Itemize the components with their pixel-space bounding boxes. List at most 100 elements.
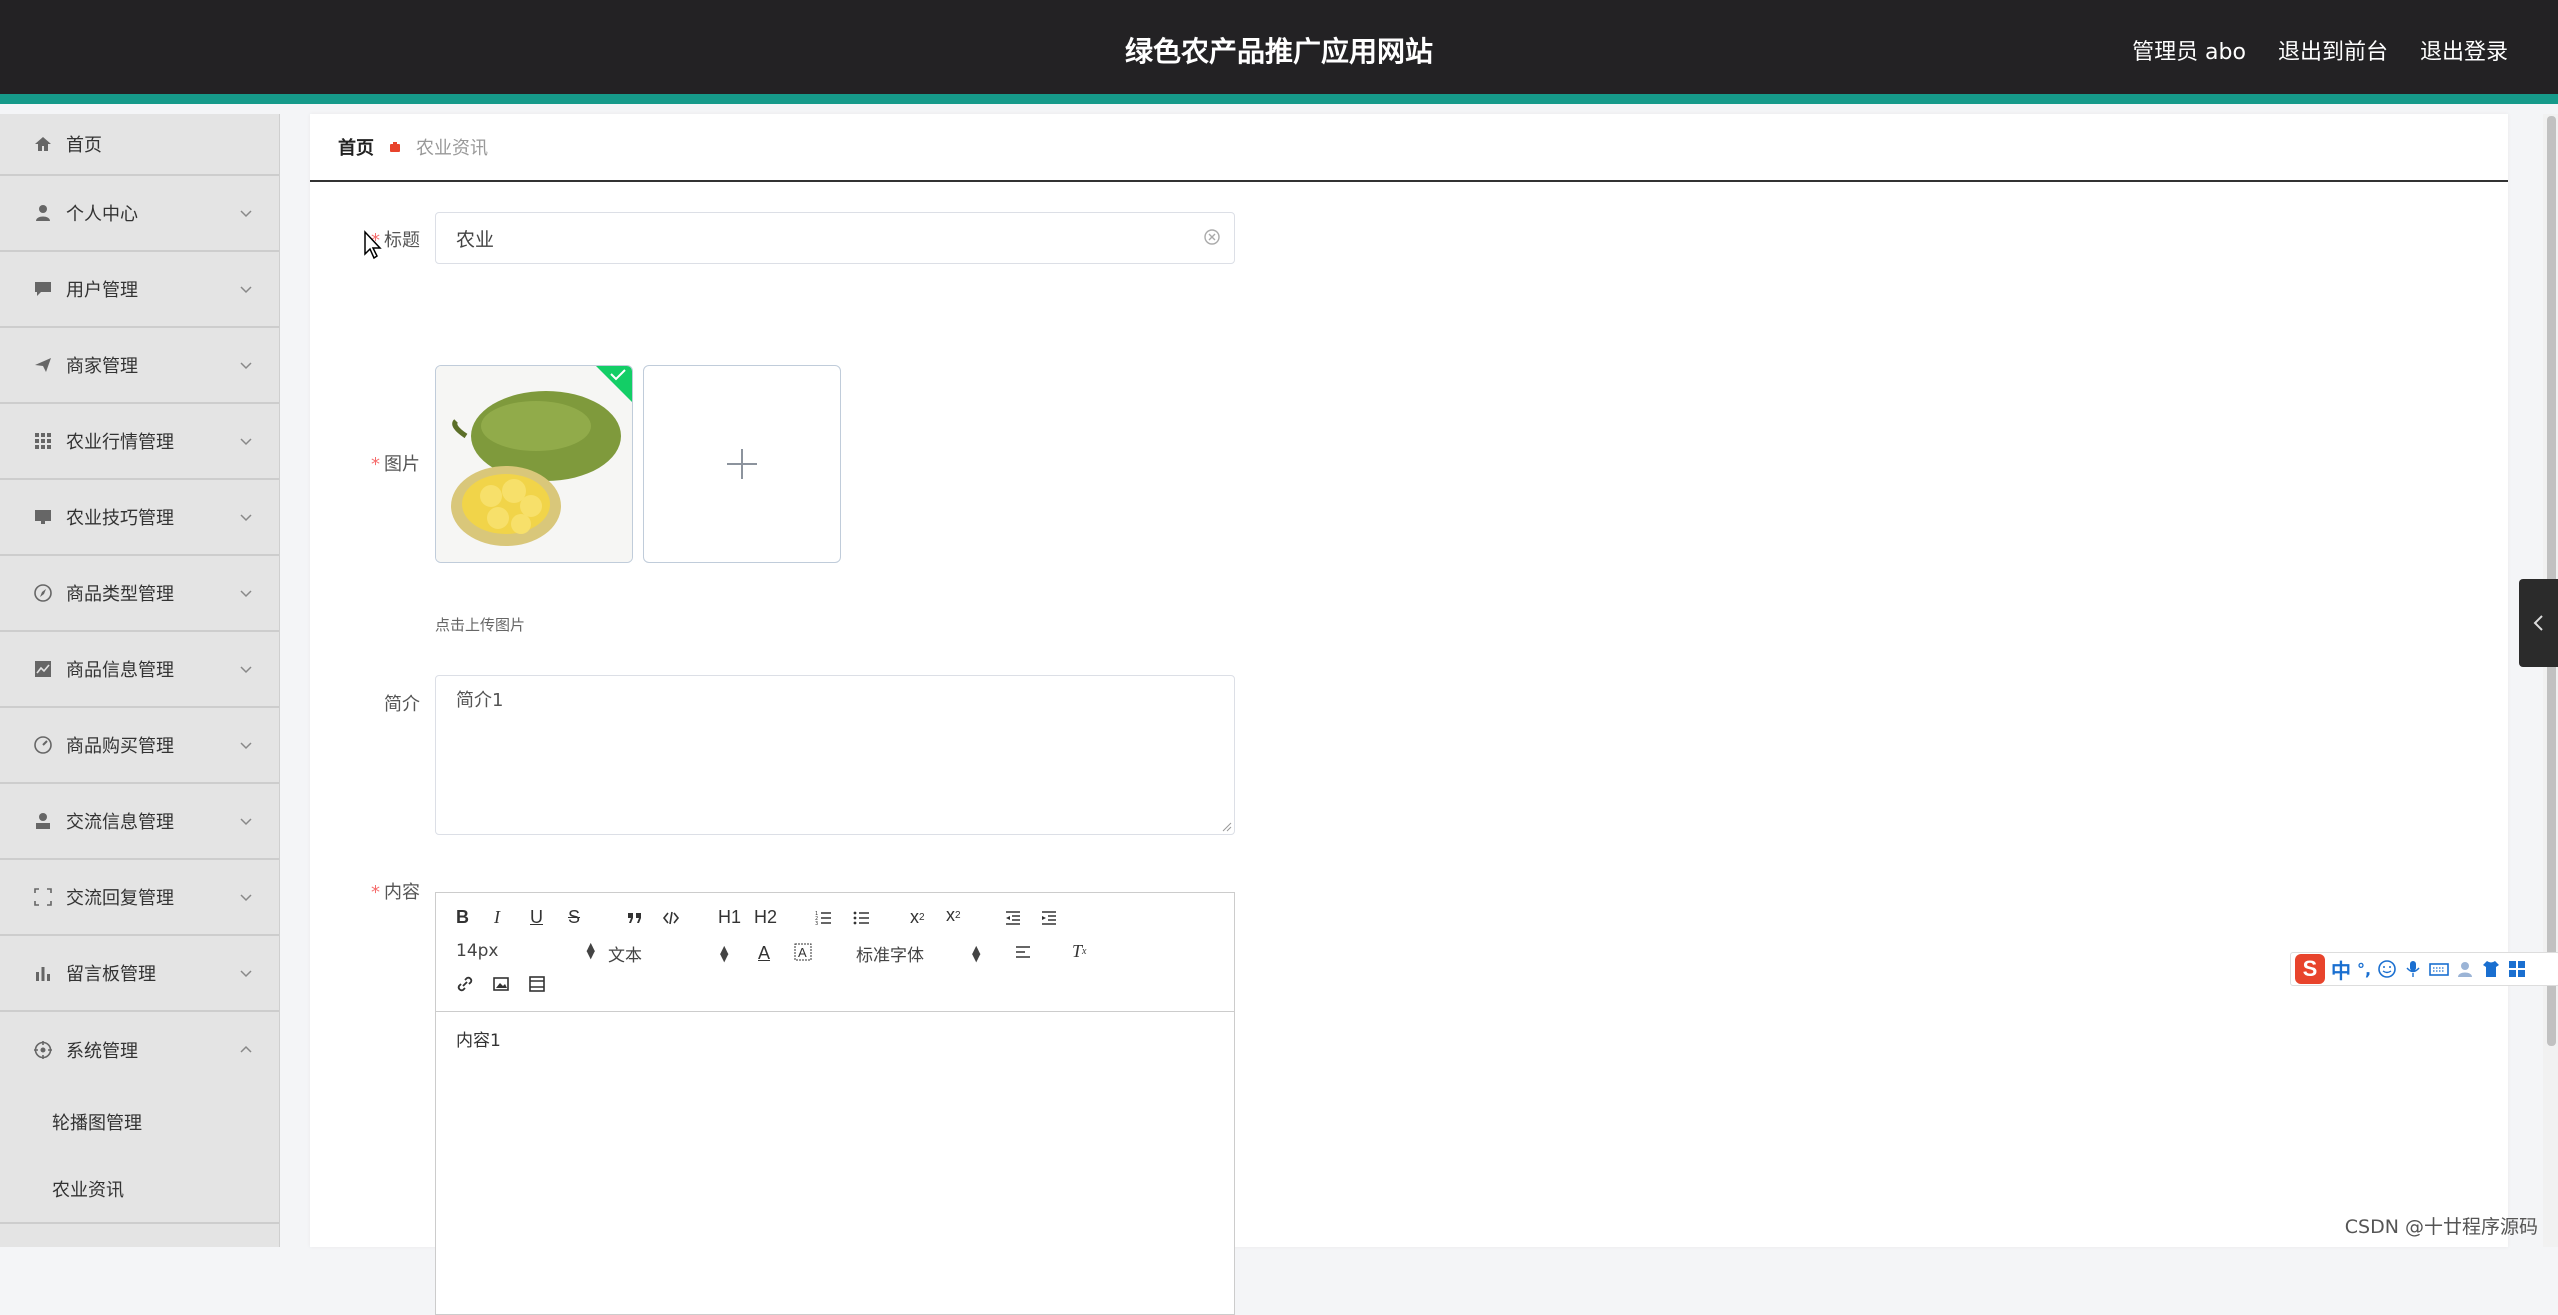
resize-handle-icon[interactable] <box>1220 820 1232 832</box>
video-button[interactable] <box>528 975 546 993</box>
sidebar-item-user-management[interactable]: 用户管理 <box>0 252 279 328</box>
sidebar-subitem-agri-news[interactable]: 农业资讯 <box>0 1155 279 1222</box>
user-account-icon[interactable] <box>2455 959 2475 979</box>
blockquote-button[interactable] <box>626 909 644 927</box>
sidebar-item-label: 留言板管理 <box>66 964 156 985</box>
clear-format-button[interactable]: Tx <box>1072 941 1086 962</box>
sogou-logo-icon[interactable]: S <box>2295 954 2325 984</box>
select-arrows-icon: ▲ ▼ <box>586 940 595 961</box>
sidebar-item-skills-management[interactable]: 农业技巧管理 <box>0 480 279 556</box>
mouse-cursor-icon <box>364 230 382 260</box>
sidebar-item-label: 个人中心 <box>66 204 138 225</box>
sidebar-item-label: 农业技巧管理 <box>66 508 174 529</box>
sidebar-item-label: 农业行情管理 <box>66 432 174 453</box>
chevron-left-icon <box>2533 615 2543 631</box>
sidebar-item-message-board[interactable]: 留言板管理 <box>0 936 279 1012</box>
chevron-down-icon <box>240 666 252 674</box>
ordered-list-button[interactable]: 123 <box>814 909 832 927</box>
keyboard-icon[interactable] <box>2429 959 2449 979</box>
intro-textarea-value: 简介1 <box>456 690 504 711</box>
quote-icon <box>628 913 641 923</box>
sidebar-item-system-management[interactable]: 系统管理 <box>0 1012 279 1088</box>
sidebar-item-personal-center[interactable]: 个人中心 <box>0 176 279 252</box>
title-input[interactable]: 农业 <box>435 212 1235 264</box>
bullet-list-button[interactable] <box>852 909 870 927</box>
indent-icon <box>1042 911 1056 925</box>
font-family-select[interactable]: 标准字体 ▲ ▼ <box>856 941 980 967</box>
align-button[interactable] <box>1014 943 1032 961</box>
link-button[interactable] <box>456 975 474 993</box>
breadcrumb: 首页 农业资讯 <box>310 114 2508 182</box>
sidebar-item-exchange-info-management[interactable]: 交流信息管理 <box>0 784 279 860</box>
editor-toolbar: B I U S H1 H2 123 x2 x2 14px ▲ ▼ 文本 ▲ ▼ A A … <box>436 893 1234 1012</box>
link-icon <box>457 976 473 992</box>
chart-icon <box>32 658 54 680</box>
underline-button[interactable]: U <box>530 907 543 928</box>
sidebar-item-category-management[interactable]: 商品类型管理 <box>0 556 279 632</box>
toolbox-icon[interactable] <box>2507 959 2527 979</box>
breadcrumb-home[interactable]: 首页 <box>338 134 374 160</box>
sidebar-item-purchase-management[interactable]: 商品购买管理 <box>0 708 279 784</box>
bold-button[interactable]: B <box>456 907 469 928</box>
upload-image-button[interactable] <box>643 365 841 563</box>
ime-punctuation[interactable]: °, <box>2357 960 2371 979</box>
plus-icon <box>727 449 757 479</box>
h1-button[interactable]: H1 <box>718 907 741 928</box>
jackfruit-image <box>436 366 632 562</box>
title-input-value: 农业 <box>456 228 495 251</box>
sidebar-item-market-management[interactable]: 农业行情管理 <box>0 404 279 480</box>
code-icon <box>662 911 680 925</box>
strike-button[interactable]: S <box>568 907 580 928</box>
chevron-down-icon <box>240 970 252 978</box>
header-actions: 管理员 abo 退出到前台 退出登录 <box>2132 34 2508 66</box>
content-label: * 内容 <box>371 882 420 903</box>
outdent-icon <box>1006 911 1020 925</box>
editor-content[interactable]: 内容1 <box>436 1012 1234 1065</box>
logout-link[interactable]: 退出登录 <box>2420 34 2508 66</box>
system-submenu: 轮播图管理 农业资讯 <box>0 1088 279 1224</box>
header-select[interactable]: 文本 ▲ ▼ <box>608 941 729 967</box>
emoji-icon[interactable] <box>2377 959 2397 979</box>
user-icon <box>32 202 54 224</box>
sidebar-item-reply-management[interactable]: 交流回复管理 <box>0 860 279 936</box>
select-arrows-icon: ▲ ▼ <box>720 942 729 964</box>
sidebar-subitem-carousel[interactable]: 轮播图管理 <box>0 1088 279 1155</box>
image-button[interactable] <box>492 975 510 993</box>
monitor-icon <box>32 506 54 528</box>
chat-icon <box>32 278 54 300</box>
collapse-panel-button[interactable] <box>2519 579 2558 667</box>
clear-icon[interactable] <box>1202 227 1222 247</box>
subscript-button[interactable]: x2 <box>910 907 925 928</box>
font-color-button[interactable]: A <box>758 943 770 964</box>
sidebar-item-label: 商品类型管理 <box>66 584 174 605</box>
video-icon <box>529 976 545 992</box>
uploaded-image-thumbnail[interactable] <box>435 365 633 563</box>
ime-toolbar: S 中 °, <box>2290 952 2558 986</box>
font-size-select[interactable]: 14px ▲ ▼ <box>456 941 595 961</box>
sidebar-item-merchant-management[interactable]: 商家管理 <box>0 328 279 404</box>
ime-chinese-mode[interactable]: 中 <box>2331 955 2351 984</box>
breadcrumb-separator-icon <box>390 142 400 152</box>
superscript-button[interactable]: x2 <box>946 905 961 926</box>
compass-icon <box>32 582 54 604</box>
h2-button[interactable]: H2 <box>754 907 777 928</box>
skin-icon[interactable] <box>2481 959 2501 979</box>
sidebar-item-label: 商品信息管理 <box>66 660 174 681</box>
main-panel: 首页 农业资讯 * 标题 农业 * 图片 点击上传图片 简介 简介1 * 内容 … <box>310 114 2508 1315</box>
rich-text-editor: B I U S H1 H2 123 x2 x2 14px ▲ ▼ 文本 ▲ ▼ A A … <box>435 892 1235 1315</box>
outdent-button[interactable] <box>1004 909 1022 927</box>
sidebar-item-product-management[interactable]: 商品信息管理 <box>0 632 279 708</box>
background-color-button[interactable]: A <box>794 943 812 961</box>
back-to-frontend-link[interactable]: 退出到前台 <box>2278 34 2388 66</box>
intro-textarea[interactable]: 简介1 <box>435 675 1235 835</box>
italic-button[interactable]: I <box>494 907 500 928</box>
chevron-down-icon <box>240 590 252 598</box>
sidebar: 首页 个人中心 用户管理 商家管理 农业行情管理 农业技巧管理 商品类型管理 商… <box>0 114 280 1247</box>
watermark: CSDN @十廿程序源码 <box>2344 1216 2538 1238</box>
code-block-button[interactable] <box>662 909 680 927</box>
indent-button[interactable] <box>1040 909 1058 927</box>
image-label: * 图片 <box>371 454 420 475</box>
microphone-icon[interactable] <box>2403 959 2423 979</box>
gauge-icon <box>32 734 54 756</box>
sidebar-item-home[interactable]: 首页 <box>0 114 279 176</box>
